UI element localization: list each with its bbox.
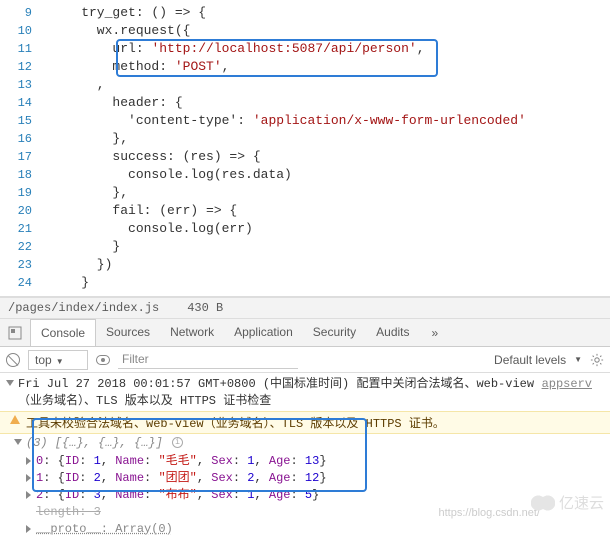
code-editor: 9 try_get: () => {10 wx.request({11 url:… — [0, 0, 610, 297]
code-content: } — [50, 238, 120, 256]
log-source-link[interactable]: appserv — [542, 376, 592, 393]
console-array-entry[interactable]: (3) [{…}, {…}, {…}] i — [0, 434, 610, 453]
line-number: 9 — [0, 4, 50, 22]
array-preview: (3) [{…}, {…}, {…}] — [26, 436, 163, 450]
code-content: } — [50, 274, 89, 292]
line-number: 21 — [0, 220, 50, 238]
line-number: 17 — [0, 148, 50, 166]
code-content: console.log(err) — [50, 220, 253, 238]
code-line[interactable]: 23 }) — [0, 256, 610, 274]
line-number: 20 — [0, 202, 50, 220]
filter-input[interactable]: Filter — [118, 350, 298, 369]
code-content: , — [50, 76, 105, 94]
chevron-right-icon[interactable] — [26, 525, 31, 533]
line-number: 23 — [0, 256, 50, 274]
code-line[interactable]: 11 url: 'http://localhost:5087/api/perso… — [0, 40, 610, 58]
array-item[interactable]: 0: {ID: 1, Name: "毛毛", Sex: 1, Age: 13} — [0, 453, 610, 470]
tab-audits[interactable]: Audits — [366, 319, 419, 346]
gear-icon[interactable] — [590, 353, 604, 367]
code-line[interactable]: 10 wx.request({ — [0, 22, 610, 40]
tab-application[interactable]: Application — [224, 319, 303, 346]
code-content: 'content-type': 'application/x-www-form-… — [50, 112, 526, 130]
code-line[interactable]: 20 fail: (err) => { — [0, 202, 610, 220]
code-line[interactable]: 16 }, — [0, 130, 610, 148]
console-warning-entry[interactable]: 工具未校验合法域名、web-view（业务域名）、TLS 版本以及 HTTPS … — [0, 411, 610, 434]
code-line[interactable]: 22 } — [0, 238, 610, 256]
live-expression-icon[interactable] — [96, 355, 110, 365]
array-proto-line[interactable]: __proto__: Array(0) — [0, 521, 610, 538]
line-number: 10 — [0, 22, 50, 40]
array-item[interactable]: 1: {ID: 2, Name: "团团", Sex: 2, Age: 12} — [0, 470, 610, 487]
line-number: 14 — [0, 94, 50, 112]
code-content: try_get: () => { — [50, 4, 206, 22]
line-number: 13 — [0, 76, 50, 94]
chevron-right-icon[interactable] — [26, 474, 31, 482]
code-line[interactable]: 15 'content-type': 'application/x-www-fo… — [0, 112, 610, 130]
code-content: url: 'http://localhost:5087/api/person', — [50, 40, 425, 58]
code-content: success: (res) => { — [50, 148, 261, 166]
code-content: wx.request({ — [50, 22, 190, 40]
tab-console[interactable]: Console — [30, 319, 96, 346]
watermark-url: https://blog.csdn.net/ — [438, 507, 540, 519]
line-number: 11 — [0, 40, 50, 58]
tab-network[interactable]: Network — [160, 319, 224, 346]
line-number: 16 — [0, 130, 50, 148]
chevron-right-icon[interactable] — [26, 457, 31, 465]
code-content: fail: (err) => { — [50, 202, 237, 220]
file-path: /pages/index/index.js — [8, 301, 159, 315]
watermark-logo: 亿速云 — [531, 492, 604, 513]
tab-sources[interactable]: Sources — [96, 319, 160, 346]
line-number: 24 — [0, 274, 50, 292]
code-line[interactable]: 21 console.log(err) — [0, 220, 610, 238]
array-item[interactable]: 2: {ID: 3, Name: "布布", Sex: 1, Age: 5} — [0, 487, 610, 504]
line-number: 19 — [0, 184, 50, 202]
line-number: 15 — [0, 112, 50, 130]
code-content: }) — [50, 256, 112, 274]
code-content: header: { — [50, 94, 183, 112]
logo-icon — [531, 495, 555, 511]
code-line[interactable]: 9 try_get: () => { — [0, 4, 610, 22]
log-message: Fri Jul 27 2018 00:01:57 GMT+0800 (中国标准时… — [18, 377, 534, 408]
code-line[interactable]: 24 } — [0, 274, 610, 292]
console-toolbar: top▼ Filter Default levels▼ — [0, 347, 610, 373]
elements-icon[interactable] — [6, 324, 24, 342]
line-number: 18 — [0, 166, 50, 184]
warning-icon — [10, 415, 20, 424]
devtools-tab-bar: ConsoleSourcesNetworkApplicationSecurity… — [0, 319, 610, 347]
code-line[interactable]: 14 header: { — [0, 94, 610, 112]
chevron-down-icon[interactable] — [6, 380, 14, 386]
context-selector[interactable]: top▼ — [28, 350, 88, 370]
tab-security[interactable]: Security — [303, 319, 366, 346]
line-number: 12 — [0, 58, 50, 76]
clear-console-icon[interactable] — [6, 353, 20, 367]
code-line[interactable]: 17 success: (res) => { — [0, 148, 610, 166]
code-line[interactable]: 19 }, — [0, 184, 610, 202]
code-line[interactable]: 13 , — [0, 76, 610, 94]
tabs-overflow-icon[interactable]: » — [424, 320, 447, 346]
code-content: }, — [50, 184, 128, 202]
code-content: method: 'POST', — [50, 58, 229, 76]
code-line[interactable]: 18 console.log(res.data) — [0, 166, 610, 184]
info-icon[interactable]: i — [172, 437, 183, 448]
log-levels-selector[interactable]: Default levels▼ — [494, 353, 582, 367]
file-status-bar: /pages/index/index.js 430 B — [0, 297, 610, 319]
warning-message: 工具未校验合法域名、web-view（业务域名）、TLS 版本以及 HTTPS … — [26, 417, 445, 431]
chevron-right-icon[interactable] — [26, 491, 31, 499]
line-number: 22 — [0, 238, 50, 256]
chevron-down-icon[interactable] — [14, 439, 22, 445]
code-content: }, — [50, 130, 128, 148]
console-log-entry[interactable]: appserv Fri Jul 27 2018 00:01:57 GMT+080… — [0, 375, 610, 411]
code-line[interactable]: 12 method: 'POST', — [0, 58, 610, 76]
code-content: console.log(res.data) — [50, 166, 292, 184]
file-size: 430 B — [187, 301, 223, 315]
